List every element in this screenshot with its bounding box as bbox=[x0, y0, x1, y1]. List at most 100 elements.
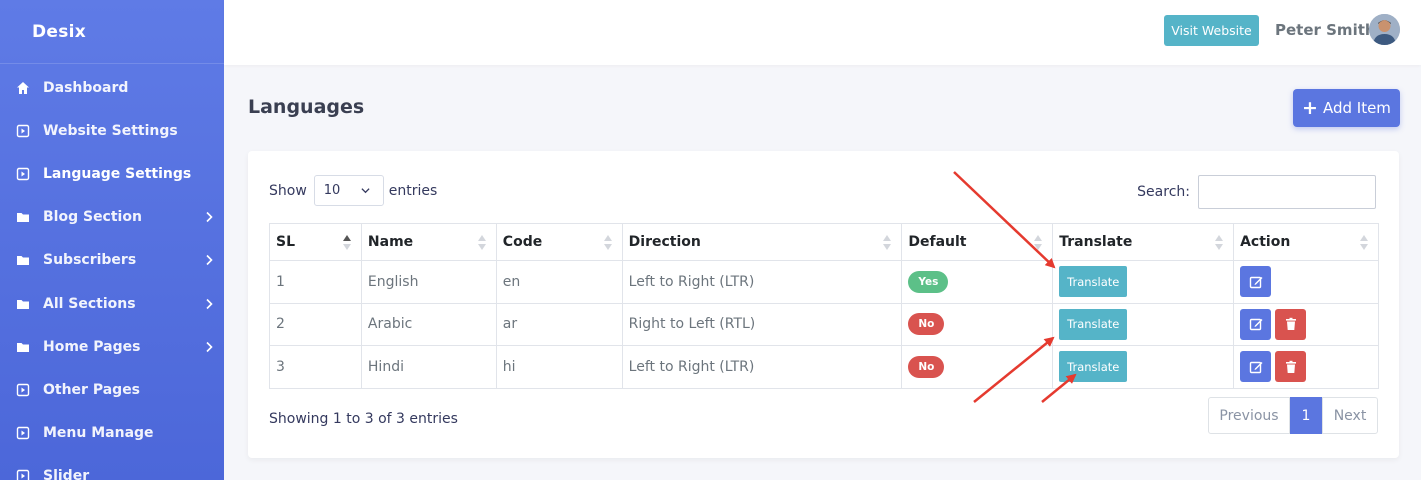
sidebar-item-label: All Sections bbox=[43, 295, 136, 312]
chevron-down-icon bbox=[361, 188, 370, 194]
top-navbar: Visit Website Peter Smith bbox=[224, 0, 1421, 65]
page-length-select[interactable]: 10 bbox=[313, 175, 384, 206]
status-badge: No bbox=[908, 355, 945, 378]
search-label: Search: bbox=[1137, 184, 1190, 200]
column-header-label: Direction bbox=[628, 234, 701, 250]
column-header-code[interactable]: Code bbox=[495, 223, 623, 261]
entries-label: entries bbox=[388, 182, 438, 199]
column-header-sl[interactable]: SL bbox=[269, 223, 362, 261]
sort-icon bbox=[1034, 235, 1043, 250]
previous-page-button[interactable]: Previous bbox=[1208, 397, 1290, 434]
column-header-translate[interactable]: Translate bbox=[1052, 223, 1235, 261]
folder-icon bbox=[16, 297, 30, 311]
visit-website-button[interactable]: Visit Website bbox=[1164, 15, 1259, 46]
next-page-button[interactable]: Next bbox=[1322, 397, 1378, 434]
column-header-direction[interactable]: Direction bbox=[621, 223, 903, 261]
sidebar-item-blog-section[interactable]: Blog Section bbox=[0, 196, 224, 239]
delete-button[interactable] bbox=[1275, 351, 1307, 383]
column-header-name[interactable]: Name bbox=[360, 223, 497, 261]
pagination: Previous 1 Next bbox=[1208, 397, 1378, 434]
cell-default: Yes bbox=[901, 260, 1054, 304]
user-name[interactable]: Peter Smith bbox=[1275, 21, 1376, 39]
show-label: Show bbox=[269, 182, 307, 199]
trash-icon bbox=[1285, 360, 1296, 373]
folder-icon bbox=[16, 210, 30, 224]
table-row: 1 English en Left to Right (LTR) Yes Translat… bbox=[269, 260, 1379, 304]
cell-code: en bbox=[495, 260, 623, 304]
cell-direction: Right to Left (RTL) bbox=[621, 302, 903, 346]
translate-button[interactable]: Translate bbox=[1059, 266, 1128, 298]
page-title: Languages bbox=[248, 96, 365, 118]
edit-button[interactable] bbox=[1240, 308, 1272, 340]
avatar[interactable] bbox=[1369, 14, 1400, 45]
sidebar-item-dashboard[interactable]: Dashboard bbox=[0, 66, 224, 109]
translate-button[interactable]: Translate bbox=[1059, 308, 1128, 340]
column-header-label: Default bbox=[908, 234, 967, 250]
column-header-action[interactable]: Action bbox=[1233, 223, 1379, 261]
add-item-button[interactable]: + Add Item bbox=[1293, 89, 1400, 127]
sidebar-item-label: Website Settings bbox=[43, 122, 178, 139]
sidebar-item-label: Language Settings bbox=[43, 165, 192, 182]
chevron-right-icon bbox=[206, 255, 213, 266]
home-icon bbox=[16, 81, 30, 95]
cell-direction: Left to Right (LTR) bbox=[621, 345, 903, 389]
status-badge: No bbox=[908, 313, 945, 336]
translate-button[interactable]: Translate bbox=[1059, 351, 1128, 383]
column-header-label: Action bbox=[1240, 234, 1291, 250]
sort-icon bbox=[603, 235, 612, 250]
chevron-right-icon bbox=[206, 212, 213, 223]
sidebar-item-label: Other Pages bbox=[43, 381, 141, 398]
cell-translate: Translate bbox=[1052, 260, 1235, 304]
cell-default: No bbox=[901, 345, 1054, 389]
brand-logo[interactable]: Desix bbox=[0, 0, 224, 64]
sidebar-item-slider[interactable]: Slider bbox=[0, 455, 224, 480]
edit-icon bbox=[1249, 276, 1263, 288]
sort-icon bbox=[883, 235, 892, 250]
sort-icon bbox=[1360, 235, 1368, 250]
table-row: 2 Arabic ar Right to Left (RTL) No Translate bbox=[269, 302, 1379, 346]
cell-default: No bbox=[901, 302, 1054, 346]
edit-button[interactable] bbox=[1240, 351, 1272, 383]
folder-icon bbox=[16, 253, 30, 267]
cell-code: hi bbox=[495, 345, 623, 389]
trash-icon bbox=[1285, 318, 1296, 331]
square-caret-icon bbox=[16, 124, 30, 138]
sidebar-item-home-pages[interactable]: Home Pages bbox=[0, 325, 224, 368]
search-input[interactable] bbox=[1198, 175, 1376, 209]
sort-icon bbox=[477, 235, 486, 250]
languages-table: SL Name Code Direction Default Translate Actio… bbox=[269, 223, 1379, 389]
sidebar-item-other-pages[interactable]: Other Pages bbox=[0, 368, 224, 411]
column-header-label: Name bbox=[367, 234, 414, 250]
add-item-label: Add Item bbox=[1322, 99, 1391, 117]
sidebar-item-website-settings[interactable]: Website Settings bbox=[0, 109, 224, 152]
column-header-label: Code bbox=[502, 234, 543, 250]
sidebar-item-label: Blog Section bbox=[43, 209, 142, 226]
cell-name: Arabic bbox=[360, 302, 497, 346]
folder-icon bbox=[16, 340, 30, 354]
sidebar-item-subscribers[interactable]: Subscribers bbox=[0, 239, 224, 282]
sidebar-item-label: Dashboard bbox=[43, 79, 129, 96]
edit-button[interactable] bbox=[1240, 266, 1272, 298]
cell-sl: 3 bbox=[269, 345, 362, 389]
cell-action bbox=[1233, 345, 1379, 389]
sidebar-item-language-settings[interactable]: Language Settings bbox=[0, 152, 224, 195]
sidebar: Desix Dashboard Website Settings Language … bbox=[0, 0, 224, 480]
sidebar-item-all-sections[interactable]: All Sections bbox=[0, 282, 224, 325]
column-header-default[interactable]: Default bbox=[901, 223, 1054, 261]
table-row: 3 Hindi hi Left to Right (LTR) No Translate bbox=[269, 345, 1379, 389]
sort-icon bbox=[342, 235, 351, 250]
cell-translate: Translate bbox=[1052, 302, 1235, 346]
cell-code: ar bbox=[495, 302, 623, 346]
cell-translate: Translate bbox=[1052, 345, 1235, 389]
chevron-right-icon bbox=[206, 298, 213, 309]
sidebar-item-label: Subscribers bbox=[43, 252, 137, 269]
sidebar-item-label: Menu Manage bbox=[43, 425, 154, 442]
search-control: Search: bbox=[1137, 175, 1376, 209]
sidebar-item-label: Slider bbox=[43, 468, 90, 480]
current-page-button[interactable]: 1 bbox=[1290, 397, 1322, 434]
delete-button[interactable] bbox=[1275, 308, 1307, 340]
cell-direction: Left to Right (LTR) bbox=[621, 260, 903, 304]
cell-action bbox=[1233, 260, 1379, 304]
sidebar-item-menu-manage[interactable]: Menu Manage bbox=[0, 412, 224, 455]
sort-icon bbox=[1215, 235, 1224, 250]
